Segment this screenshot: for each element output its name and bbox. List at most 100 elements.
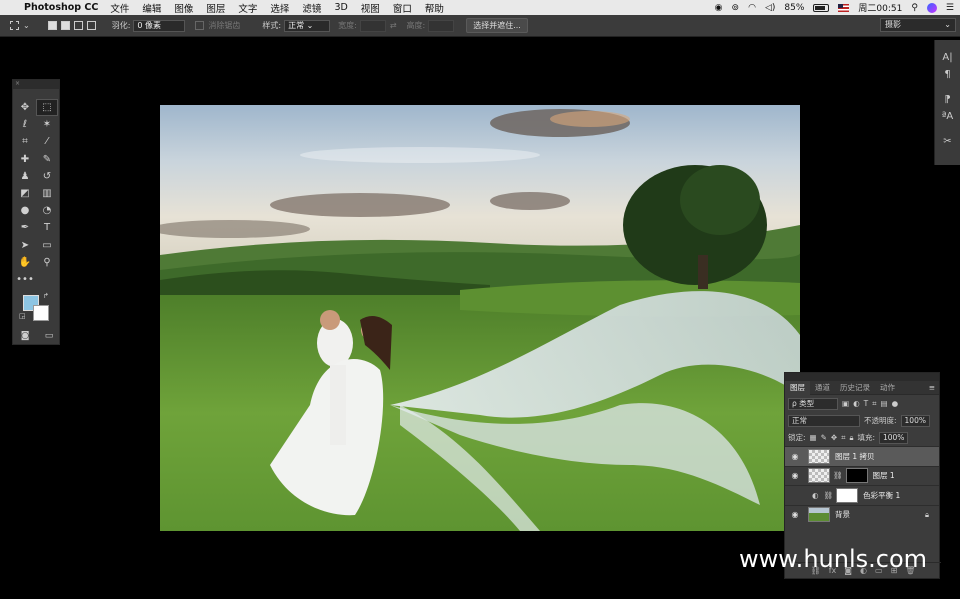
battery-icon[interactable] bbox=[813, 3, 830, 12]
brush-icon[interactable]: ✎ bbox=[36, 151, 58, 168]
menu-file[interactable]: 文件 bbox=[110, 1, 129, 15]
workspace-switcher[interactable]: 摄影 ⌄ bbox=[880, 18, 956, 32]
height-input[interactable] bbox=[428, 19, 455, 32]
tab-channels[interactable]: 通道 bbox=[810, 382, 835, 393]
filter-adjustment-icon[interactable]: ◐ bbox=[853, 399, 860, 408]
record-icon[interactable]: ◉ bbox=[715, 3, 723, 13]
mac-menubar: Photoshop CC 文件 编辑 图像 图层 文字 选择 滤镜 3D 视图 … bbox=[0, 0, 960, 15]
more-tools-icon[interactable]: ••• bbox=[14, 271, 36, 288]
healing-brush-icon[interactable]: ✚ bbox=[14, 151, 36, 168]
menu-image[interactable]: 图像 bbox=[174, 1, 193, 15]
panel-menu-icon[interactable]: ≡ bbox=[929, 383, 935, 392]
type-icon[interactable]: T bbox=[36, 219, 58, 236]
mask-link-icon[interactable]: ⛓ bbox=[824, 491, 834, 500]
menu-3d[interactable]: 3D bbox=[334, 2, 347, 13]
path-selection-icon[interactable]: ➤ bbox=[14, 237, 36, 254]
character-styles-icon[interactable]: ⁋ bbox=[944, 94, 950, 105]
app-menu[interactable]: Photoshop CC bbox=[24, 2, 98, 13]
move-icon[interactable]: ✥ bbox=[14, 99, 36, 116]
paragraph-panel-icon[interactable]: ¶ bbox=[944, 69, 950, 80]
swap-colors-icon[interactable]: ↱ bbox=[43, 292, 49, 300]
crop-icon[interactable]: ⌗ bbox=[14, 133, 36, 150]
default-colors-icon[interactable]: ◲ bbox=[19, 312, 26, 320]
pen-icon[interactable]: ✒ bbox=[14, 219, 36, 236]
gradient-icon[interactable]: ▥ bbox=[36, 185, 58, 202]
tab-layers[interactable]: 图层 bbox=[785, 380, 810, 395]
layer-row-1[interactable]: ◉ ⛓ 图层 1 bbox=[785, 465, 939, 486]
quick-mask-icon[interactable]: ◙ bbox=[21, 331, 30, 341]
fill-input[interactable]: 100% bbox=[878, 431, 909, 444]
tool-presets-icon[interactable]: ✂ bbox=[943, 136, 951, 147]
lock-position-icon[interactable]: ✥ bbox=[831, 433, 837, 442]
volume-icon[interactable]: ◁) bbox=[765, 3, 775, 13]
menu-filter[interactable]: 滤镜 bbox=[302, 1, 321, 15]
eyedropper-icon[interactable]: ⁄ bbox=[36, 133, 58, 150]
add-selection-icon[interactable] bbox=[60, 21, 70, 30]
tab-history[interactable]: 历史记录 bbox=[835, 382, 875, 393]
lasso-icon[interactable]: ℓ bbox=[14, 116, 36, 133]
width-input[interactable] bbox=[359, 19, 386, 32]
lock-pixels-icon[interactable]: ✎ bbox=[821, 433, 827, 442]
magic-wand-icon[interactable]: ✶ bbox=[36, 116, 58, 133]
siri-icon[interactable] bbox=[926, 2, 937, 13]
eraser-icon[interactable]: ◩ bbox=[14, 185, 36, 202]
filter-shape-icon[interactable]: ⌗ bbox=[872, 399, 876, 409]
menu-edit[interactable]: 编辑 bbox=[142, 1, 161, 15]
dodge-icon[interactable]: ◔ bbox=[36, 202, 58, 219]
blur-icon[interactable]: ● bbox=[14, 202, 36, 219]
blend-mode-select[interactable]: 正常 bbox=[788, 414, 860, 427]
creative-cloud-icon[interactable]: ⊚ bbox=[732, 3, 740, 13]
fill-label: 填充: bbox=[857, 433, 875, 442]
swap-dimensions-icon[interactable]: ⇄ bbox=[390, 21, 397, 30]
character-panel-icon[interactable]: A| bbox=[942, 52, 952, 63]
notification-center-icon[interactable]: ☰ bbox=[946, 3, 954, 13]
select-and-mask-button[interactable]: 选择并遮住... bbox=[466, 18, 528, 33]
new-selection-icon[interactable] bbox=[47, 21, 57, 30]
menu-view[interactable]: 视图 bbox=[361, 1, 380, 15]
tool-preset-picker[interactable]: ⌄ bbox=[10, 21, 30, 30]
style-select[interactable]: 正常 ⌄ bbox=[284, 19, 331, 32]
zoom-icon[interactable]: ⚲ bbox=[36, 254, 58, 271]
menu-select[interactable]: 选择 bbox=[270, 1, 289, 15]
visibility-eye-icon[interactable]: ◉ bbox=[788, 510, 802, 519]
rectangle-icon[interactable]: ▭ bbox=[36, 237, 58, 254]
tool-grid: ✥ ⬚ ℓ ✶ ⌗ ⁄ ✚ ✎ ♟ ↺ ◩ ▥ ● ◔ ✒ T ➤ ▭ ✋ ⚲ ••• bbox=[13, 89, 59, 288]
menu-type[interactable]: 文字 bbox=[238, 1, 257, 15]
filter-type-icon[interactable]: T bbox=[864, 399, 869, 408]
marquee-icon[interactable]: ⬚ bbox=[36, 99, 58, 117]
layer-row-color-balance[interactable]: ◐ ⛓ 色彩平衡 1 bbox=[785, 485, 939, 505]
filter-smart-icon[interactable]: ▤ bbox=[880, 399, 887, 408]
clock[interactable]: 周二00:51 bbox=[858, 1, 902, 14]
hand-icon[interactable]: ✋ bbox=[14, 254, 36, 271]
screen-mode-icon[interactable]: ▭ bbox=[45, 331, 54, 341]
subtract-selection-icon[interactable] bbox=[73, 21, 83, 30]
history-brush-icon[interactable]: ↺ bbox=[36, 168, 58, 185]
lock-all-icon[interactable]: 🔒︎ bbox=[849, 433, 853, 443]
intersect-selection-icon[interactable] bbox=[86, 21, 96, 30]
menu-window[interactable]: 窗口 bbox=[393, 1, 412, 15]
lock-artboard-icon[interactable]: ⌗ bbox=[841, 433, 845, 443]
antialias-checkbox[interactable] bbox=[195, 21, 205, 30]
menu-help[interactable]: 帮助 bbox=[425, 1, 444, 15]
visibility-eye-icon[interactable]: ◉ bbox=[788, 471, 802, 480]
clone-stamp-icon[interactable]: ♟ bbox=[14, 168, 36, 185]
feather-input[interactable]: 0 像素 bbox=[133, 19, 186, 32]
tab-actions[interactable]: 动作 bbox=[875, 382, 900, 393]
opacity-input[interactable]: 100% bbox=[900, 414, 930, 427]
document-canvas[interactable] bbox=[160, 105, 800, 531]
filter-pixel-icon[interactable]: ▣ bbox=[842, 399, 849, 408]
layer-filter-select[interactable]: ρ 类型 bbox=[788, 397, 838, 410]
input-source-icon[interactable] bbox=[838, 3, 850, 12]
spotlight-icon[interactable]: ⚲ bbox=[911, 3, 918, 13]
menu-layer[interactable]: 图层 bbox=[206, 1, 225, 15]
visibility-eye-icon[interactable]: ◉ bbox=[788, 452, 802, 461]
paragraph-styles-icon[interactable]: ªA bbox=[942, 111, 954, 122]
filter-toggle-icon[interactable]: ● bbox=[892, 399, 899, 408]
mask-link-icon[interactable]: ⛓ bbox=[833, 471, 843, 480]
layer-row-background[interactable]: ◉ 背景 🔒︎ bbox=[785, 504, 939, 525]
lock-transparent-icon[interactable]: ▦ bbox=[810, 433, 817, 442]
layer-row-copy[interactable]: ◉ 图层 1 拷贝 bbox=[785, 446, 939, 466]
wifi-icon[interactable]: ◠ bbox=[748, 3, 756, 13]
background-color-swatch[interactable] bbox=[33, 305, 49, 321]
tools-panel-header[interactable]: × bbox=[13, 80, 59, 89]
